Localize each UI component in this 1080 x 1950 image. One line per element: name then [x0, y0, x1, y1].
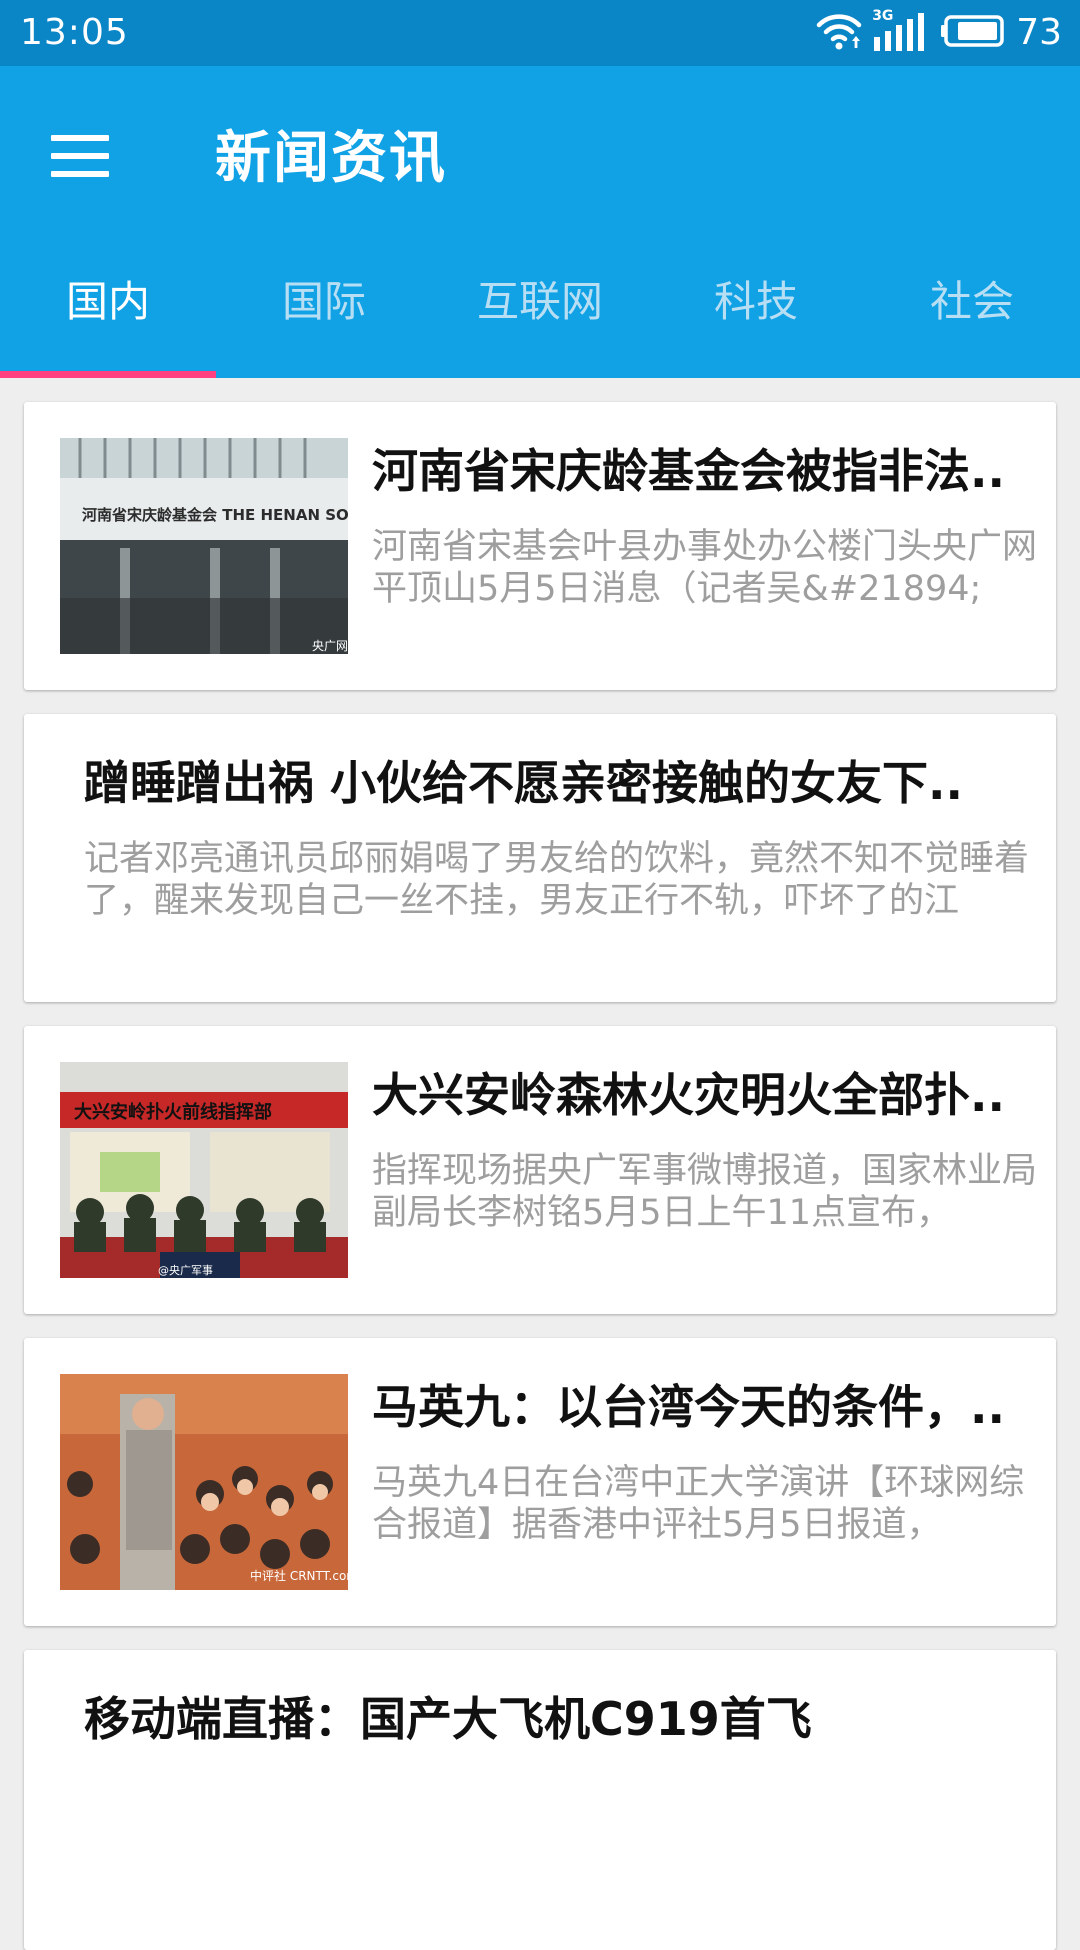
- tab-internet[interactable]: 互联网: [432, 234, 648, 378]
- tab-label: 社会: [929, 276, 1014, 326]
- thumbnail-banner-text: 大兴安岭扑火前线指挥部: [74, 1101, 272, 1123]
- menu-icon: [51, 135, 109, 177]
- thumbnail-watermark: 中评社 CRNTT.com: [250, 1568, 348, 1583]
- tab-label: 互联网: [476, 276, 603, 326]
- news-card[interactable]: 中评社 CRNTT.com 马英九：以台湾今天的条件，.. 马英九4日在台湾中正…: [24, 1338, 1056, 1626]
- menu-button[interactable]: [40, 116, 120, 196]
- tab-label: 国内: [65, 276, 150, 326]
- battery-level: 73: [1016, 12, 1062, 53]
- news-card[interactable]: 大兴安岭扑火前线指挥部 @央广军事 大兴安岭森林火灾明火全部扑.. 指挥现场据央…: [24, 1026, 1056, 1314]
- tab-international[interactable]: 国际: [216, 234, 432, 378]
- status-bar: 13:05 3G 73: [0, 0, 1080, 66]
- news-card[interactable]: 移动端直播：国产大飞机C919首飞: [24, 1650, 1056, 1950]
- category-tabs: 国内 国际 互联网 科技 社会: [0, 234, 1080, 378]
- tab-society[interactable]: 社会: [864, 234, 1080, 378]
- page-title: 新闻资讯: [215, 126, 447, 191]
- news-thumbnail: 大兴安岭扑火前线指挥部 @央广军事: [60, 1062, 348, 1278]
- news-thumbnail: 中评社 CRNTT.com: [60, 1374, 348, 1590]
- news-summary: [84, 1774, 1042, 1864]
- news-title: 蹭睡蹭出祸 小伙给不愿亲密接触的女友下..: [84, 756, 963, 810]
- news-title: 移动端直播：国产大飞机C919首飞: [84, 1692, 812, 1746]
- tab-label: 科技: [713, 276, 798, 326]
- signal-3g-icon: 3G: [872, 9, 930, 55]
- news-card[interactable]: 河南省宋庆龄基金会 THE HENAN SOONG CHING LING FOU…: [24, 402, 1056, 690]
- tab-indicator: [0, 371, 216, 378]
- thumbnail-watermark: @央广军事: [158, 1264, 213, 1277]
- tab-domestic[interactable]: 国内: [0, 234, 216, 378]
- thumbnail-watermark: 央广网: [312, 639, 348, 653]
- status-icons: 3G 73: [816, 9, 1062, 56]
- battery-icon: [940, 14, 1006, 52]
- news-title: 大兴安岭森林火灾明火全部扑..: [372, 1068, 1005, 1122]
- news-summary: 指挥现场据央广军事微博报道，国家林业局副局长李树铭5月5日上午11点宣布，: [372, 1151, 1038, 1233]
- thumbnail-sign-text: 河南省宋庆龄基金会 THE HENAN SOONG CHING LING FOU…: [82, 506, 348, 524]
- news-title: 河南省宋庆龄基金会被指非法..: [372, 444, 1005, 498]
- status-time: 13:05: [20, 12, 129, 53]
- tab-technology[interactable]: 科技: [648, 234, 864, 378]
- news-summary: 记者邓亮通讯员邱丽娟喝了男友给的饮料，竟然不知不觉睡着了，醒来发现自己一丝不挂，…: [84, 839, 1030, 921]
- news-summary: 河南省宋基会叶县办事处办公楼门头央广网平顶山5月5日消息（记者吴&#21894;: [372, 527, 1038, 609]
- news-card[interactable]: 蹭睡蹭出祸 小伙给不愿亲密接触的女友下.. 记者邓亮通讯员邱丽娟喝了男友给的饮料…: [24, 714, 1056, 1002]
- app-bar: 新闻资讯: [0, 66, 1080, 234]
- news-thumbnail: 河南省宋庆龄基金会 THE HENAN SOONG CHING LING FOU…: [60, 438, 348, 654]
- news-title: 马英九：以台湾今天的条件，..: [372, 1380, 1005, 1434]
- news-summary: 马英九4日在台湾中正大学演讲【环球网综合报道】据香港中评社5月5日报道，: [372, 1463, 1025, 1545]
- tab-label: 国际: [281, 276, 366, 326]
- wifi-icon: [816, 11, 862, 55]
